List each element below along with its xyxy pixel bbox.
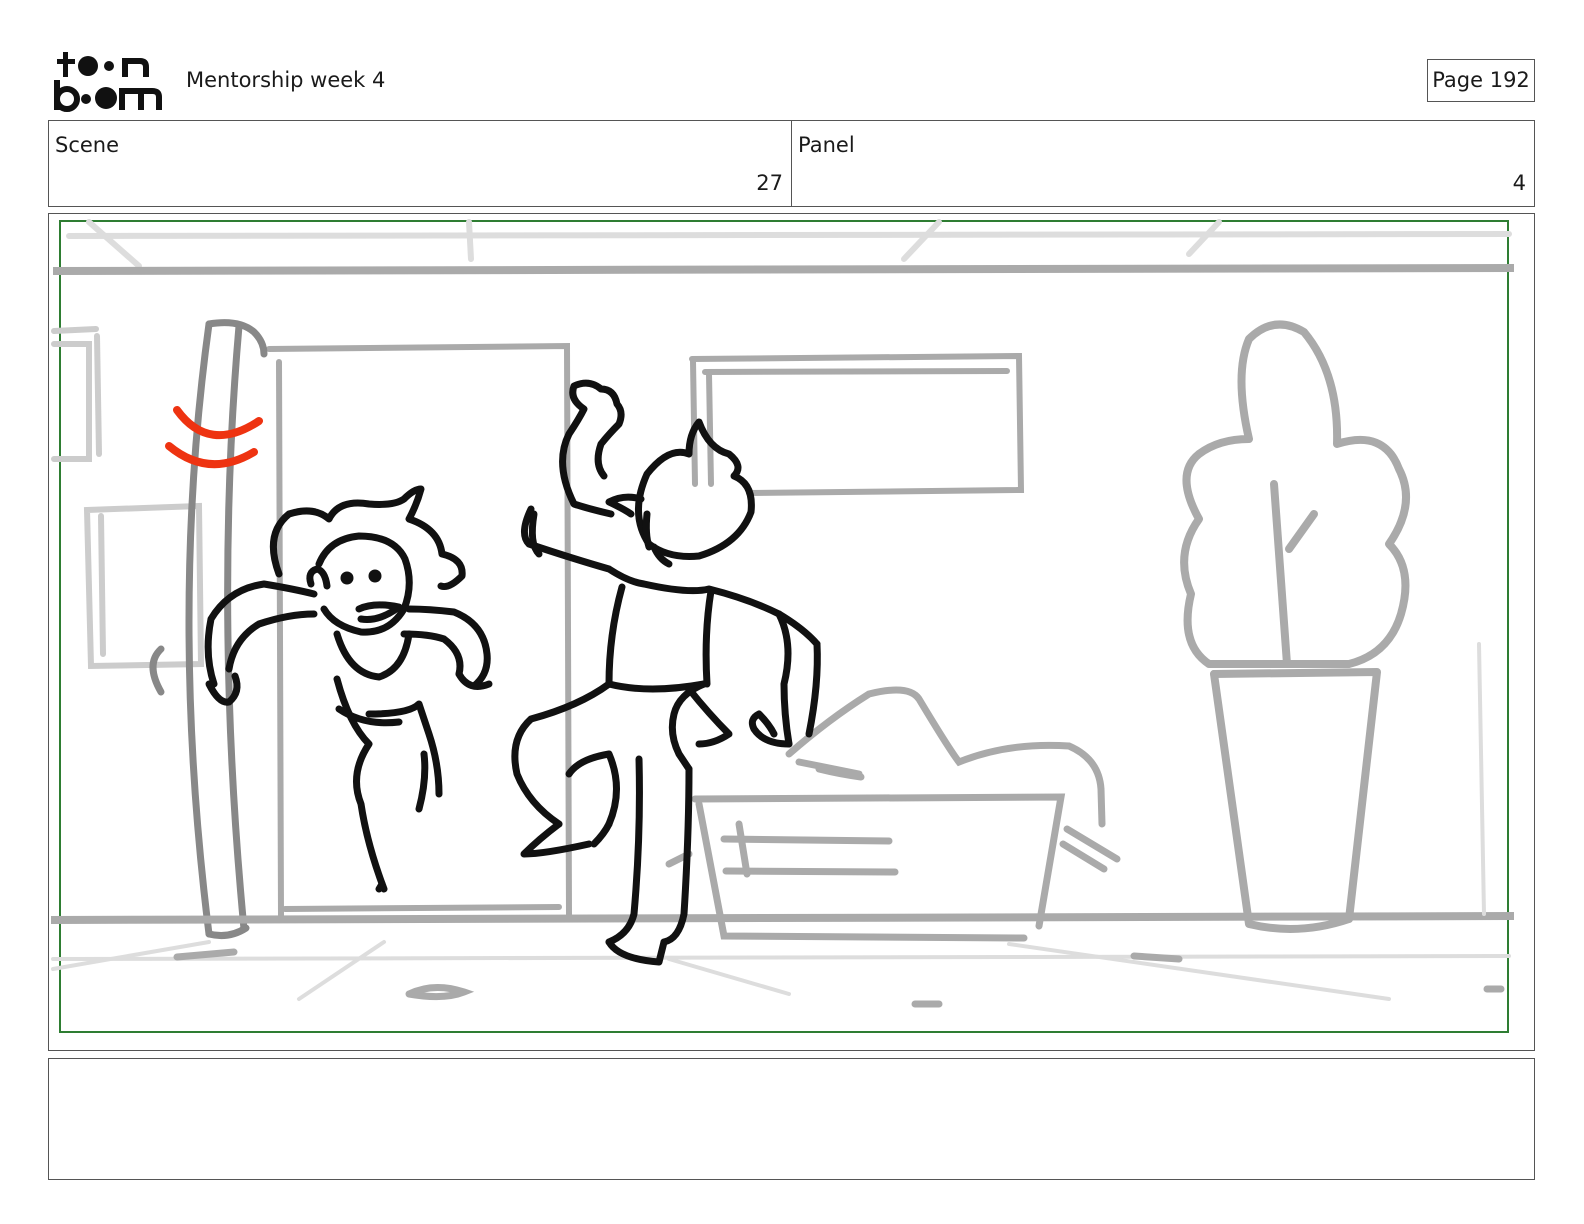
panel-label: Panel <box>798 133 855 157</box>
storyboard-panel <box>48 213 1535 1051</box>
character-main <box>511 379 821 966</box>
ceiling-line <box>52 264 1515 275</box>
page-number: Page 192 <box>1427 59 1535 102</box>
scene-label: Scene <box>55 133 120 157</box>
toonboom-logo <box>52 50 164 112</box>
ceiling-sketch <box>66 219 1512 269</box>
panel-cell: Panel 4 <box>791 121 1534 206</box>
scene-number: 27 <box>756 171 783 195</box>
document-title: Mentorship week 4 <box>186 68 386 92</box>
character-running-left <box>204 485 493 893</box>
scene-panel-info: Scene 27 Panel 4 <box>48 120 1535 207</box>
plant-sketch <box>1180 320 1411 933</box>
scene-cell: Scene 27 <box>49 121 791 206</box>
wall-frames-sketch <box>51 326 205 670</box>
panel-sketch <box>50 219 1515 1033</box>
panel-notes <box>48 1058 1535 1180</box>
floor-line <box>50 912 1515 924</box>
door-sketch <box>266 342 572 919</box>
wall-painting-sketch <box>689 352 1025 496</box>
panel-number: 4 <box>1512 171 1526 195</box>
sofa-sketch <box>665 686 1121 942</box>
motion-arcs <box>165 406 263 469</box>
